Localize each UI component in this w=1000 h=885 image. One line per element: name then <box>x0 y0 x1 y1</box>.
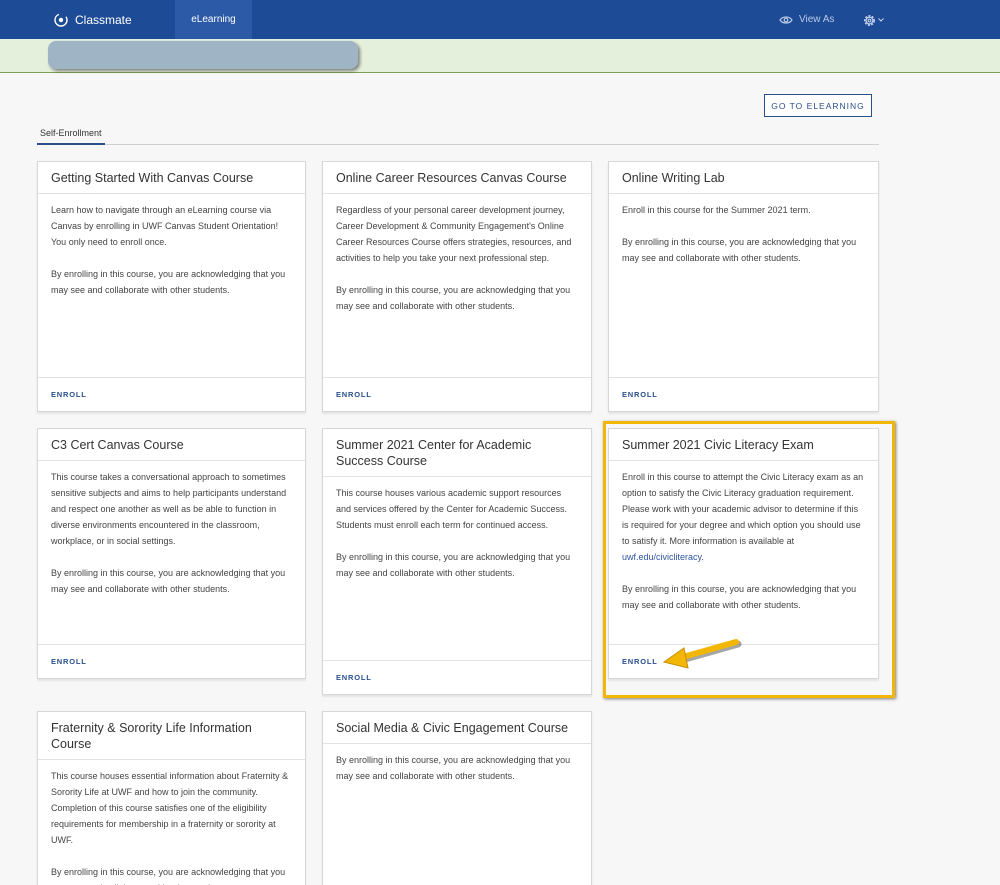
course-description: This course takes a conversational appro… <box>51 472 287 546</box>
course-card-fraternity-sorority: Fraternity & Sorority Life Information C… <box>37 711 306 885</box>
settings-menu-button[interactable] <box>862 11 886 29</box>
course-note: By enrolling in this course, you are ack… <box>622 237 857 263</box>
tab-self-enrollment[interactable]: Self-Enrollment <box>37 128 105 145</box>
enroll-button[interactable]: ENROLL <box>38 644 305 678</box>
course-body: This course houses various academic supp… <box>323 477 591 605</box>
course-description: Enroll in this course for the Summer 202… <box>622 205 811 215</box>
course-card-c3-cert: C3 Cert Canvas Course This course takes … <box>37 428 306 679</box>
course-card-getting-started: Getting Started With Canvas Course Learn… <box>37 161 306 412</box>
course-card-writing-lab: Online Writing Lab Enroll in this course… <box>608 161 879 412</box>
course-note: By enrolling in this course, you are ack… <box>336 285 571 311</box>
course-note: By enrolling in this course, you are ack… <box>51 269 286 295</box>
course-note: By enrolling in this course, you are ack… <box>51 867 286 885</box>
course-body: Learn how to navigate through an eLearni… <box>38 194 305 322</box>
view-as-button[interactable]: View As <box>779 0 834 39</box>
course-body: Regardless of your personal career devel… <box>323 194 591 338</box>
civic-literacy-link[interactable]: uwf.edu/civicliteracy <box>622 552 701 562</box>
brand-name: Classmate <box>75 12 132 27</box>
redacted-banner <box>48 41 358 69</box>
enroll-button[interactable]: ENROLL <box>323 377 591 411</box>
course-body: This course takes a conversational appro… <box>38 461 305 621</box>
enroll-button[interactable]: ENROLL <box>609 377 878 411</box>
course-title: Online Writing Lab <box>609 162 878 194</box>
top-navigation-bar: Classmate eLearning View As <box>0 0 1000 39</box>
course-body: Enroll in this course to attempt the Civ… <box>609 461 878 637</box>
course-note: By enrolling in this course, you are ack… <box>51 568 286 594</box>
course-description: Learn how to navigate through an eLearni… <box>51 205 279 247</box>
course-title: Fraternity & Sorority Life Information C… <box>38 712 305 760</box>
course-body: Enroll in this course for the Summer 202… <box>609 194 878 290</box>
course-title: Summer 2021 Civic Literacy Exam <box>609 429 878 461</box>
course-title: Social Media & Civic Engagement Course <box>323 712 591 744</box>
course-card-academic-success: Summer 2021 Center for Academic Success … <box>322 428 592 695</box>
tab-bar: Self-Enrollment <box>37 128 879 145</box>
enroll-button[interactable]: ENROLL <box>323 660 591 694</box>
arrow-icon <box>662 639 742 669</box>
course-title: C3 Cert Canvas Course <box>38 429 305 461</box>
course-description: This course houses essential information… <box>51 771 289 845</box>
view-as-label: View As <box>799 14 835 25</box>
classmate-logo-icon <box>54 12 68 27</box>
eye-icon <box>779 15 793 24</box>
go-to-elearning-button[interactable]: GO TO ELEARNING <box>764 94 872 117</box>
course-note: By enrolling in this course, you are ack… <box>336 552 571 578</box>
nav-tab-elearning[interactable]: eLearning <box>175 0 252 39</box>
course-card-career-resources: Online Career Resources Canvas Course Re… <box>322 161 592 412</box>
gear-icon <box>864 14 875 26</box>
course-card-social-media: Social Media & Civic Engagement Course B… <box>322 711 592 885</box>
course-description: This course houses various academic supp… <box>336 488 567 530</box>
course-body: This course houses essential information… <box>38 760 305 885</box>
course-description: Regardless of your personal career devel… <box>336 205 572 263</box>
course-title: Summer 2021 Center for Academic Success … <box>323 429 591 477</box>
course-note: By enrolling in this course, you are ack… <box>336 755 571 781</box>
course-note: By enrolling in this course, you are ack… <box>622 584 857 610</box>
course-description-text: Enroll in this course to attempt the Civ… <box>622 472 864 546</box>
course-title: Getting Started With Canvas Course <box>38 162 305 194</box>
chevron-down-icon <box>878 18 884 22</box>
enroll-button[interactable]: ENROLL <box>38 377 305 411</box>
course-title: Online Career Resources Canvas Course <box>323 162 591 194</box>
course-body: By enrolling in this course, you are ack… <box>323 744 591 808</box>
course-description: Enroll in this course to attempt the Civ… <box>622 472 864 562</box>
brand-link[interactable]: Classmate <box>54 0 132 39</box>
